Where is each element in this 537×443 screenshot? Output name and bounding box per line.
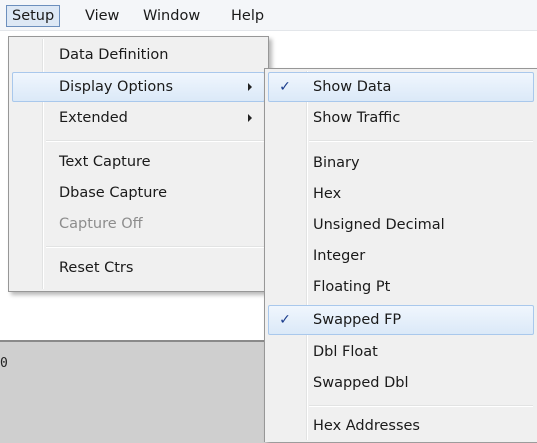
menuitem-swapped-fp[interactable]: ✓ Swapped FP bbox=[268, 305, 534, 335]
menu-separator bbox=[309, 140, 533, 142]
menuitem-label: Show Data bbox=[313, 79, 392, 95]
menuitem-text-capture[interactable]: Text Capture bbox=[12, 147, 265, 177]
menuitem-label: Show Traffic bbox=[313, 110, 401, 126]
menuitem-label: Text Capture bbox=[59, 154, 151, 170]
menuitem-hex-addresses[interactable]: Hex Addresses bbox=[268, 411, 534, 441]
menu-view[interactable]: View bbox=[80, 6, 124, 26]
menuitem-hex[interactable]: Hex bbox=[268, 179, 534, 209]
menu-help[interactable]: Help bbox=[226, 6, 269, 26]
menuitem-swapped-dbl[interactable]: Swapped Dbl bbox=[268, 368, 534, 398]
menuitem-label: Capture Off bbox=[59, 216, 143, 232]
menuitem-label: Floating Pt bbox=[313, 279, 391, 295]
menuitem-label: Dbase Capture bbox=[59, 185, 167, 201]
menu-separator bbox=[309, 405, 533, 407]
menuitem-label: Display Options bbox=[59, 79, 174, 95]
menuitem-label: Integer bbox=[313, 248, 366, 264]
menu-separator bbox=[46, 140, 264, 142]
menuitem-binary[interactable]: Binary bbox=[268, 148, 534, 178]
menuitem-extended[interactable]: Extended bbox=[12, 103, 265, 133]
menu-separator bbox=[46, 246, 264, 248]
menuitem-display-options[interactable]: Display Options bbox=[12, 72, 265, 102]
display-options-submenu: ✓ Show Data Show Traffic Binary Hex Unsi… bbox=[264, 68, 537, 442]
menuitem-label: Hex Addresses bbox=[313, 418, 420, 434]
menuitem-reset-ctrs[interactable]: Reset Ctrs bbox=[12, 253, 265, 283]
menuitem-capture-off: Capture Off bbox=[12, 209, 265, 239]
menu-window[interactable]: Window bbox=[138, 6, 205, 26]
panel-edge-text: 0 bbox=[0, 356, 8, 371]
menuitem-floating-pt[interactable]: Floating Pt bbox=[268, 272, 534, 302]
menuitem-label: Data Definition bbox=[59, 47, 169, 63]
submenu-arrow-icon bbox=[248, 83, 252, 91]
menu-setup[interactable]: Setup bbox=[6, 5, 61, 27]
menuitem-label: Binary bbox=[313, 155, 360, 171]
menuitem-unsigned-decimal[interactable]: Unsigned Decimal bbox=[268, 210, 534, 240]
menuitem-show-traffic[interactable]: Show Traffic bbox=[268, 103, 534, 133]
menuitem-show-data[interactable]: ✓ Show Data bbox=[268, 72, 534, 102]
menuitem-label: Unsigned Decimal bbox=[313, 217, 445, 233]
menuitem-dbl-float[interactable]: Dbl Float bbox=[268, 337, 534, 367]
menuitem-dbase-capture[interactable]: Dbase Capture bbox=[12, 178, 265, 208]
submenu-arrow-icon bbox=[248, 114, 252, 122]
menuitem-label: Swapped FP bbox=[313, 312, 402, 328]
menu-bar: Setup View Window Help bbox=[0, 0, 537, 31]
menuitem-label: Dbl Float bbox=[313, 344, 378, 360]
checkmark-icon: ✓ bbox=[279, 79, 291, 95]
menuitem-integer[interactable]: Integer bbox=[268, 241, 534, 271]
checkmark-icon: ✓ bbox=[279, 312, 291, 328]
menuitem-label: Extended bbox=[59, 110, 128, 126]
menuitem-data-definition[interactable]: Data Definition bbox=[12, 40, 265, 70]
setup-dropdown-menu: Data Definition Display Options Extended… bbox=[8, 36, 269, 292]
menuitem-label: Reset Ctrs bbox=[59, 260, 134, 276]
menuitem-label: Hex bbox=[313, 186, 342, 202]
menuitem-label: Swapped Dbl bbox=[313, 375, 409, 391]
